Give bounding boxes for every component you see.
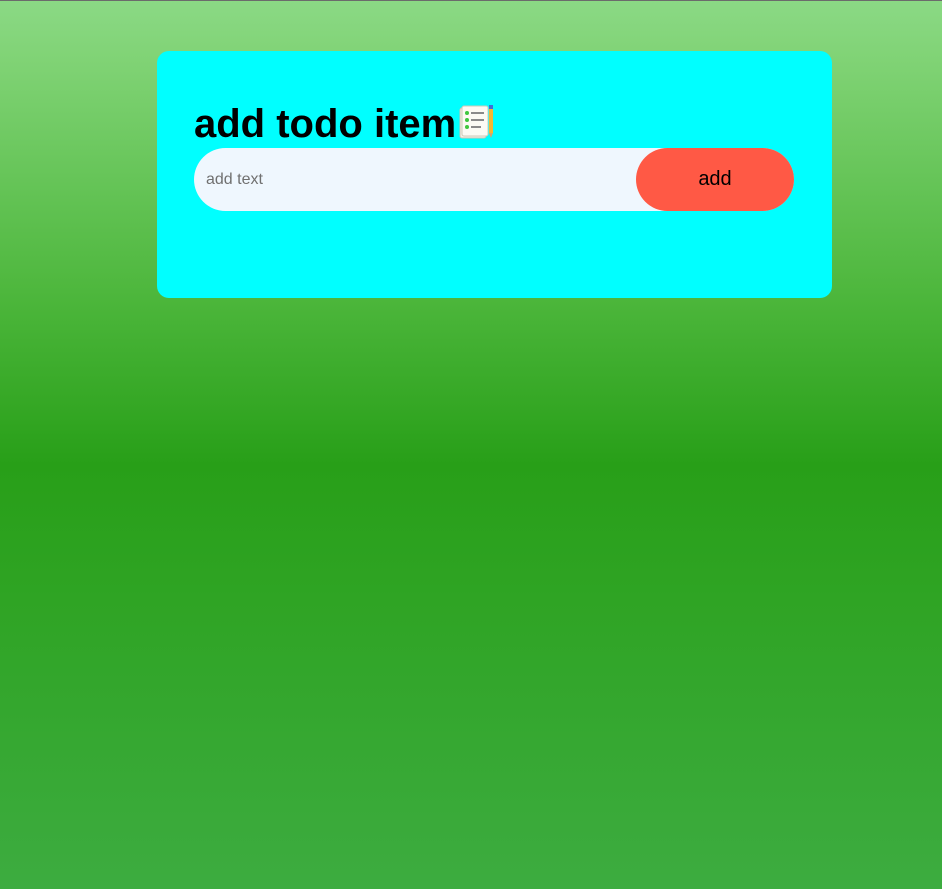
add-button[interactable]: add: [636, 148, 794, 211]
add-todo-form: add: [194, 148, 794, 211]
title-text: add todo item: [194, 102, 457, 146]
todo-card: add todo item add: [157, 51, 832, 298]
checklist-with-pencil-icon: [458, 102, 496, 139]
page-title: add todo item: [194, 101, 795, 147]
